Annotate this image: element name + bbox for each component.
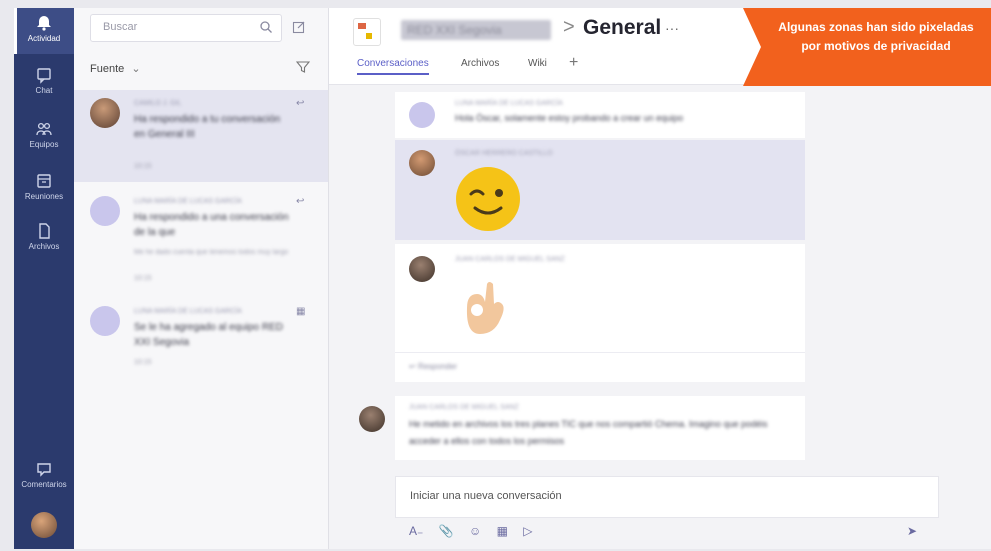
activity-text: Ha respondido a una conversación de la q… [134, 212, 289, 238]
message-card: ÓSCAR HERRERO CASTILLO [395, 140, 805, 240]
new-conversation-input[interactable]: Iniciar una nueva conversación [395, 476, 939, 518]
activity-time: 10:15 [134, 163, 152, 170]
send-icon[interactable]: ➤ [907, 524, 917, 538]
format-icon[interactable]: A₋ [409, 524, 423, 538]
message-card: JUAN CARLOS DE MIGUEL SANZ He metido en … [395, 396, 805, 460]
message-text: He metido en archivos los tres planes TI… [409, 419, 768, 446]
attach-icon[interactable]: 📎 [439, 524, 454, 538]
activity-time: 10:15 [134, 359, 152, 366]
avatar [90, 98, 120, 128]
more-options-button[interactable]: ··· [665, 20, 679, 36]
activity-item[interactable]: CAMILO J. GIL Ha respondido a tu convers… [74, 90, 328, 182]
channel-title: General [583, 16, 662, 39]
channel-area: RED XXI Segovia > General ··· Conversaci… [329, 8, 991, 549]
rail-label: Actividad [27, 34, 61, 43]
activity-item[interactable]: LUNA MARÍA DE LUCAS GARCÍA Se le ha agre… [74, 302, 328, 382]
new-conversation-placeholder: Iniciar una nueva conversación [410, 490, 562, 502]
avatar [90, 306, 120, 336]
app-rail: Actividad Chat Equipos Reuniones Archivo… [14, 8, 74, 549]
tab-files[interactable]: Archivos [461, 58, 499, 69]
avatar [409, 102, 435, 128]
message-author: JUAN CARLOS DE MIGUEL SANZ [455, 256, 565, 263]
add-tab-button[interactable]: + [569, 54, 578, 72]
user-avatar[interactable] [31, 512, 57, 538]
avatar [90, 196, 120, 226]
rail-item-files[interactable]: Archivos [14, 222, 74, 262]
wink-emoji [456, 167, 520, 231]
message-text: Hola Óscar, solamente estoy probando a c… [455, 113, 684, 123]
search-placeholder: Buscar [103, 21, 138, 33]
reply-icon: ↩ [296, 196, 305, 207]
avatar [409, 256, 435, 282]
chevron-down-icon: ⌄ [131, 63, 141, 75]
rail-label: Archivos [28, 242, 60, 251]
rail-label: Chat [35, 86, 53, 95]
filter-icon[interactable] [296, 60, 310, 74]
reply-button[interactable]: ↩ Responder [409, 362, 457, 371]
activity-item[interactable]: LUNA MARÍA DE LUCAS GARCÍA Ha respondido… [74, 192, 328, 292]
breadcrumb-separator: > [563, 16, 575, 38]
message-author: ÓSCAR HERRERO CASTILLO [455, 150, 553, 157]
team-logo [353, 18, 381, 46]
team-name[interactable]: RED XXI Segovia [401, 20, 551, 40]
rail-item-activity[interactable]: Actividad [14, 8, 74, 54]
reply-icon: ↩ [296, 98, 305, 109]
activity-extra: Me he dado cuenta que tenemos todos muy … [134, 249, 289, 256]
message-card: LUNA MARÍA DE LUCAS GARCÍA Hola Óscar, s… [395, 92, 805, 138]
rail-item-teams[interactable]: Equipos [14, 120, 74, 160]
message-card: JUAN CARLOS DE MIGUEL SANZ ↩ Responder [395, 244, 805, 382]
calendar-icon [37, 174, 51, 188]
privacy-banner-text: Algunas zonas han sido pixeladas por mot… [778, 20, 974, 53]
activity-author: CAMILO J. GIL [134, 100, 182, 107]
feed-filter-label: Fuente [90, 63, 125, 75]
message-author: JUAN CARLOS DE MIGUEL SANZ [409, 404, 519, 411]
rail-item-chat[interactable]: Chat [14, 66, 74, 106]
gif-icon[interactable]: ▦ [497, 524, 508, 538]
feed-filter-dropdown[interactable]: Fuente ⌄ [90, 62, 141, 75]
search-icon[interactable] [259, 20, 273, 34]
feedback-icon [37, 463, 51, 477]
rail-label: Comentarios [21, 480, 67, 489]
message-author: LUNA MARÍA DE LUCAS GARCÍA [455, 100, 563, 107]
rail-label: Equipos [29, 140, 59, 149]
tab-conversations[interactable]: Conversaciones [357, 58, 429, 75]
ok-hand-emoji [466, 282, 504, 334]
activity-text: Se le ha agregado al equipo RED XXI Sego… [134, 322, 283, 348]
teams-icon [36, 122, 52, 136]
activity-pane: Buscar Fuente ⌄ CAMILO J. GIL Ha respond… [74, 8, 329, 549]
meet-icon[interactable]: ▷ [523, 524, 532, 538]
bell-icon [37, 16, 51, 31]
compose-toolbar: A₋ 📎 ☺ ▦ ▷ [409, 524, 545, 538]
compose-icon[interactable] [292, 20, 306, 34]
avatar [409, 150, 435, 176]
chat-icon [37, 68, 51, 84]
rail-item-meetings[interactable]: Reuniones [14, 172, 74, 212]
activity-author: LUNA MARÍA DE LUCAS GARCÍA [134, 198, 242, 205]
team-icon: ▦ [296, 306, 306, 317]
activity-author: LUNA MARÍA DE LUCAS GARCÍA [134, 308, 242, 315]
activity-time: 10:15 [134, 275, 152, 282]
activity-text: Ha respondido a tu conversación en Gener… [134, 114, 281, 140]
rail-item-feedback[interactable]: Comentarios [14, 460, 74, 496]
privacy-banner: Algunas zonas han sido pixeladas por mot… [743, 8, 991, 88]
file-icon [39, 223, 50, 239]
search-input[interactable]: Buscar [90, 14, 282, 42]
emoji-icon[interactable]: ☺ [469, 524, 481, 538]
divider [395, 352, 805, 353]
rail-label: Reuniones [24, 192, 64, 201]
tab-wiki[interactable]: Wiki [528, 58, 547, 69]
avatar [359, 406, 385, 432]
